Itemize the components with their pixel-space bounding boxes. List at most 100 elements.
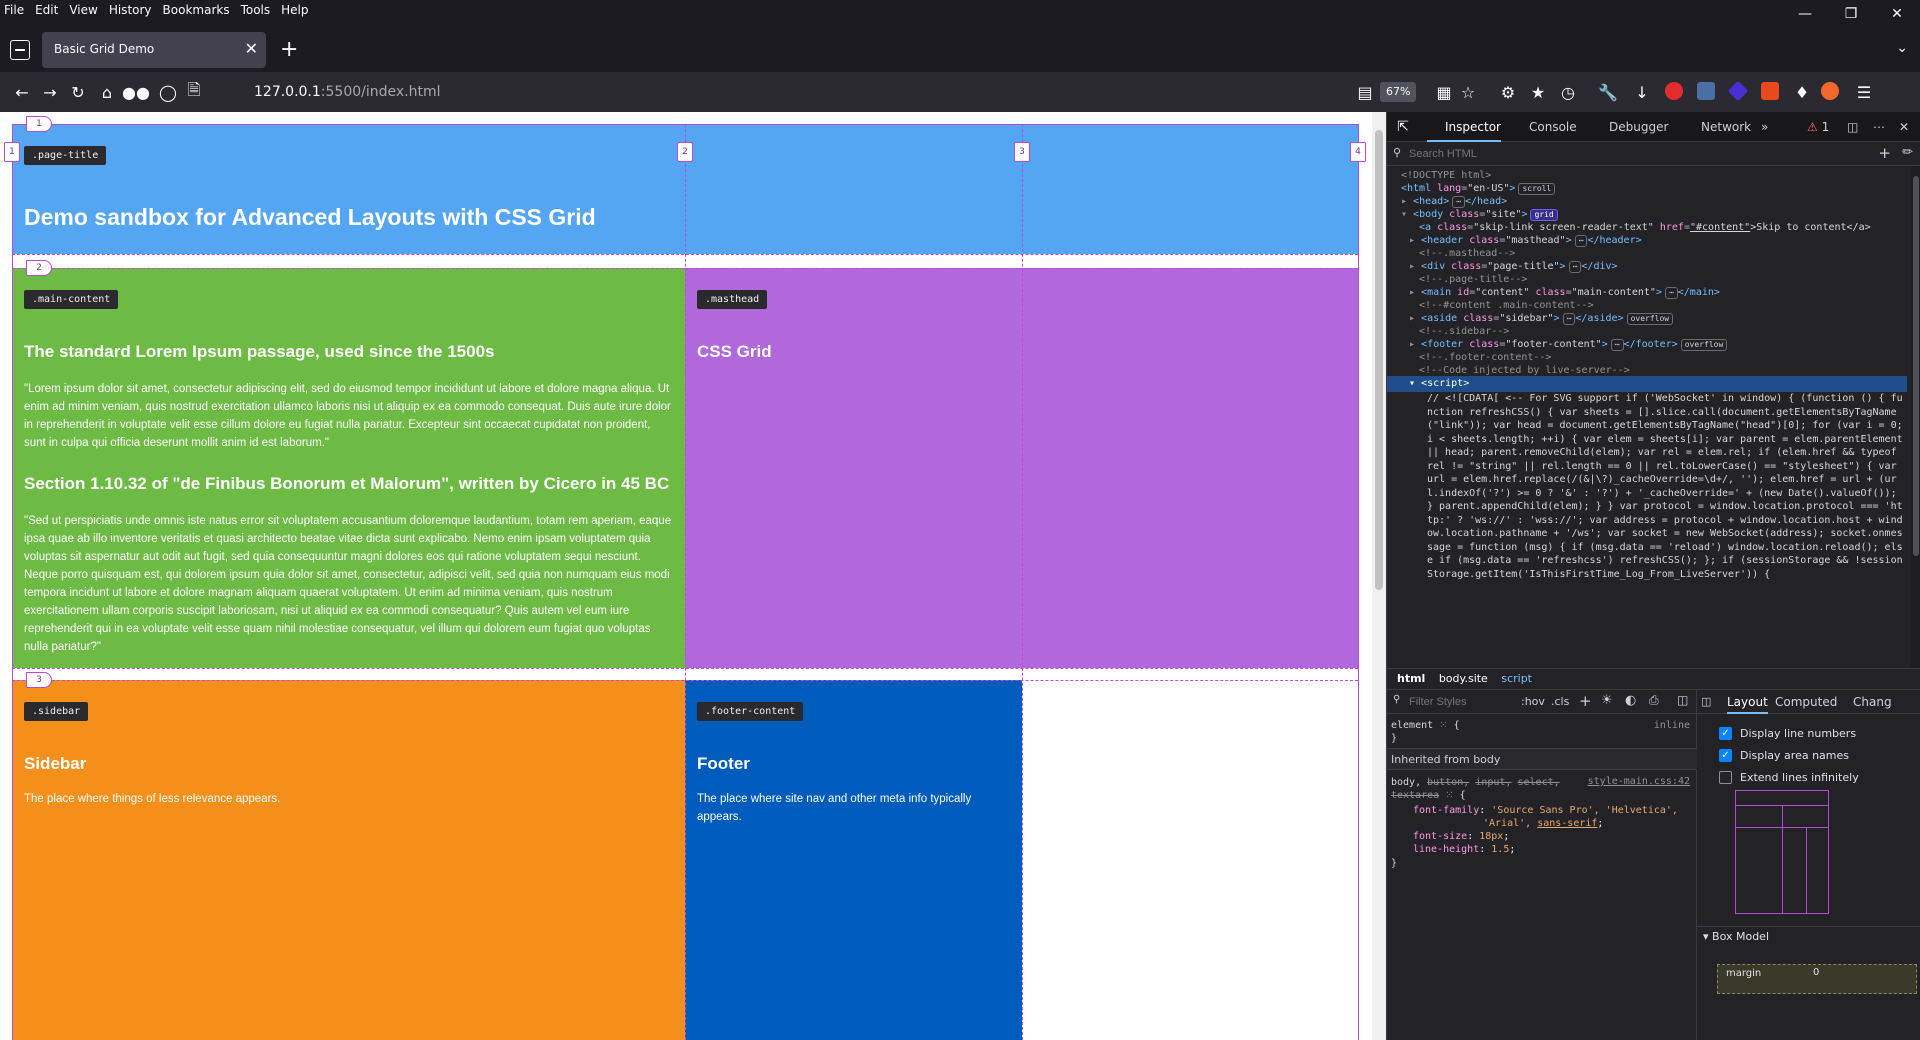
settings-gear-icon[interactable]: ⚙: [1496, 80, 1520, 104]
scrollbar-thumb[interactable]: [1913, 176, 1919, 556]
menu-history[interactable]: History: [105, 3, 159, 17]
expand-triangle-icon[interactable]: ▸: [1409, 313, 1421, 324]
new-tab-button[interactable]: +: [280, 37, 298, 62]
expand-triangle-icon[interactable]: ▸: [1401, 196, 1413, 207]
menu-view[interactable]: View: [65, 3, 104, 17]
tab-list-icon[interactable]: [10, 40, 30, 60]
more-tools-chevron-icon[interactable]: »: [1761, 112, 1768, 142]
restore-button[interactable]: ❐: [1828, 0, 1874, 28]
url-text[interactable]: 127.0.0.1:5500/index.html: [254, 84, 441, 100]
tab-network[interactable]: Network: [1683, 112, 1751, 142]
toggle-sidebar-icon[interactable]: ◫: [1677, 693, 1688, 707]
hover-state-toggle[interactable]: :hov: [1521, 695, 1545, 708]
devtools-menu-icon[interactable]: ⋯: [1873, 112, 1885, 142]
list-all-tabs-icon[interactable]: ⌄: [1896, 40, 1908, 56]
expand-triangle-icon[interactable]: ▸: [1409, 287, 1421, 298]
forward-icon[interactable]: →: [38, 80, 62, 104]
add-rule-icon[interactable]: +: [1579, 692, 1592, 710]
downloads-icon[interactable]: ↓: [1630, 80, 1654, 104]
light-mode-icon[interactable]: ☀: [1601, 693, 1613, 708]
tab-computed[interactable]: Computed: [1775, 690, 1837, 714]
markup-line-selected[interactable]: ▾ <script>: [1387, 376, 1907, 392]
stylesheet-link[interactable]: style-main.css:42: [1588, 776, 1690, 787]
search-html-input[interactable]: [1409, 145, 1849, 163]
pocket-icon[interactable]: ★: [1526, 80, 1550, 104]
breadcrumb-body[interactable]: body.site: [1439, 672, 1488, 685]
menu-tools[interactable]: Tools: [237, 3, 278, 17]
decl-font-family[interactable]: font-family: 'Source Sans Pro', 'Helveti…: [1413, 804, 1693, 817]
markup-scrollbar[interactable]: [1911, 166, 1920, 668]
home-icon[interactable]: ⌂: [95, 80, 119, 104]
menu-bookmarks[interactable]: Bookmarks: [159, 3, 237, 17]
minimize-button[interactable]: —: [1782, 0, 1828, 28]
collapse-triangle-icon[interactable]: ▾: [1401, 209, 1413, 220]
history-clock-icon[interactable]: ◷: [1556, 80, 1580, 104]
account-avatar-icon[interactable]: [1821, 82, 1839, 100]
extension-screen-icon[interactable]: [1697, 82, 1715, 100]
tag: <body: [1413, 209, 1450, 220]
expand-triangle-icon[interactable]: ▸: [1409, 339, 1421, 350]
zoom-level-badge[interactable]: 67%: [1380, 82, 1417, 102]
grid-row-number: 2: [26, 260, 52, 276]
app-menu-icon[interactable]: ☰: [1852, 80, 1876, 104]
ublock-extension-icon[interactable]: [1665, 82, 1683, 100]
script-content: // <![CDATA[ <-- For SVG support if ('We…: [1427, 393, 1909, 580]
option-line-numbers[interactable]: ✓ Display line numbers: [1719, 724, 1856, 742]
reader-view-icon[interactable]: ▤: [1353, 80, 1377, 104]
extension-translate-icon[interactable]: [1761, 82, 1779, 100]
page-scrollbar[interactable]: [1372, 112, 1386, 1040]
tag: <header: [1421, 235, 1470, 246]
checkbox-checked-icon[interactable]: ✓: [1719, 726, 1732, 740]
attr-value[interactable]: "#content": [1690, 222, 1750, 233]
toggle-panel-icon[interactable]: ◫: [1701, 690, 1711, 714]
tab-console[interactable]: Console: [1511, 112, 1577, 142]
menu-file[interactable]: File: [0, 3, 31, 17]
margin-top-value[interactable]: 0: [1813, 967, 1819, 978]
collapse-triangle-icon[interactable]: ▾: [1409, 378, 1421, 389]
close-tab-icon[interactable]: ✕: [245, 39, 258, 58]
bookmark-star-icon[interactable]: ☆: [1456, 80, 1480, 104]
private-mask-icon[interactable]: ●●: [122, 80, 150, 104]
option-area-names[interactable]: ✓ Display area names: [1719, 746, 1849, 764]
breadcrumb-script[interactable]: script: [1501, 672, 1532, 685]
decl-font-size[interactable]: font-size: 18px;: [1413, 830, 1693, 843]
print-media-icon[interactable]: ⎙: [1649, 693, 1659, 708]
shield-icon[interactable]: ◯: [156, 80, 180, 104]
scrollbar-thumb[interactable]: [1375, 130, 1383, 590]
add-node-icon[interactable]: +: [1878, 144, 1891, 162]
tab-basic-grid-demo[interactable]: Basic Grid Demo ✕: [42, 32, 266, 68]
expand-triangle-icon[interactable]: ▸: [1409, 261, 1421, 272]
decl-line-height[interactable]: line-height: 1.5;: [1413, 843, 1693, 856]
tag: </header>: [1587, 235, 1642, 246]
dark-mode-icon[interactable]: ◐: [1625, 693, 1636, 708]
checkbox-checked-icon[interactable]: ✓: [1719, 748, 1732, 762]
tab-debugger[interactable]: Debugger: [1591, 112, 1668, 142]
tab-inspector[interactable]: Inspector: [1427, 112, 1501, 142]
close-devtools-icon[interactable]: ✕: [1899, 112, 1909, 142]
extensions-puzzle-icon[interactable]: ♦: [1790, 80, 1814, 104]
pick-element-icon[interactable]: ⇱: [1391, 115, 1415, 139]
tab-changes[interactable]: Chang: [1853, 690, 1892, 714]
checkbox-unchecked-icon[interactable]: [1719, 770, 1732, 784]
eyedropper-icon[interactable]: ✏: [1902, 145, 1913, 160]
grid-apps-icon[interactable]: ▦: [1432, 80, 1456, 104]
expand-triangle-icon[interactable]: ▸: [1409, 235, 1421, 246]
breadcrumb-html[interactable]: html: [1397, 672, 1425, 685]
error-count-badge[interactable]: ⚠ 1: [1807, 112, 1829, 142]
menu-edit[interactable]: Edit: [31, 3, 65, 17]
option-extend-lines[interactable]: Extend lines infinitely: [1719, 768, 1859, 786]
class-toggle[interactable]: .cls: [1551, 695, 1569, 708]
tools-wrench-icon[interactable]: 🔧: [1596, 80, 1620, 104]
close-window-button[interactable]: ✕: [1874, 0, 1920, 28]
url-bar[interactable]: ◯ 🗎 127.0.0.1:5500/index.html: [159, 76, 1196, 108]
dock-side-icon[interactable]: ◫: [1847, 112, 1858, 142]
filter-styles-input[interactable]: [1409, 694, 1529, 710]
tab-layout[interactable]: Layout: [1727, 690, 1768, 714]
reload-icon[interactable]: ↻: [66, 80, 90, 104]
extension-diamond-icon[interactable]: [1727, 80, 1749, 102]
tag: >: [1509, 183, 1516, 194]
back-icon[interactable]: ←: [10, 80, 34, 104]
menu-help[interactable]: Help: [277, 3, 315, 17]
page-info-icon[interactable]: 🗎: [182, 80, 206, 104]
box-model-section-header[interactable]: ▾ Box Model: [1697, 926, 1920, 944]
